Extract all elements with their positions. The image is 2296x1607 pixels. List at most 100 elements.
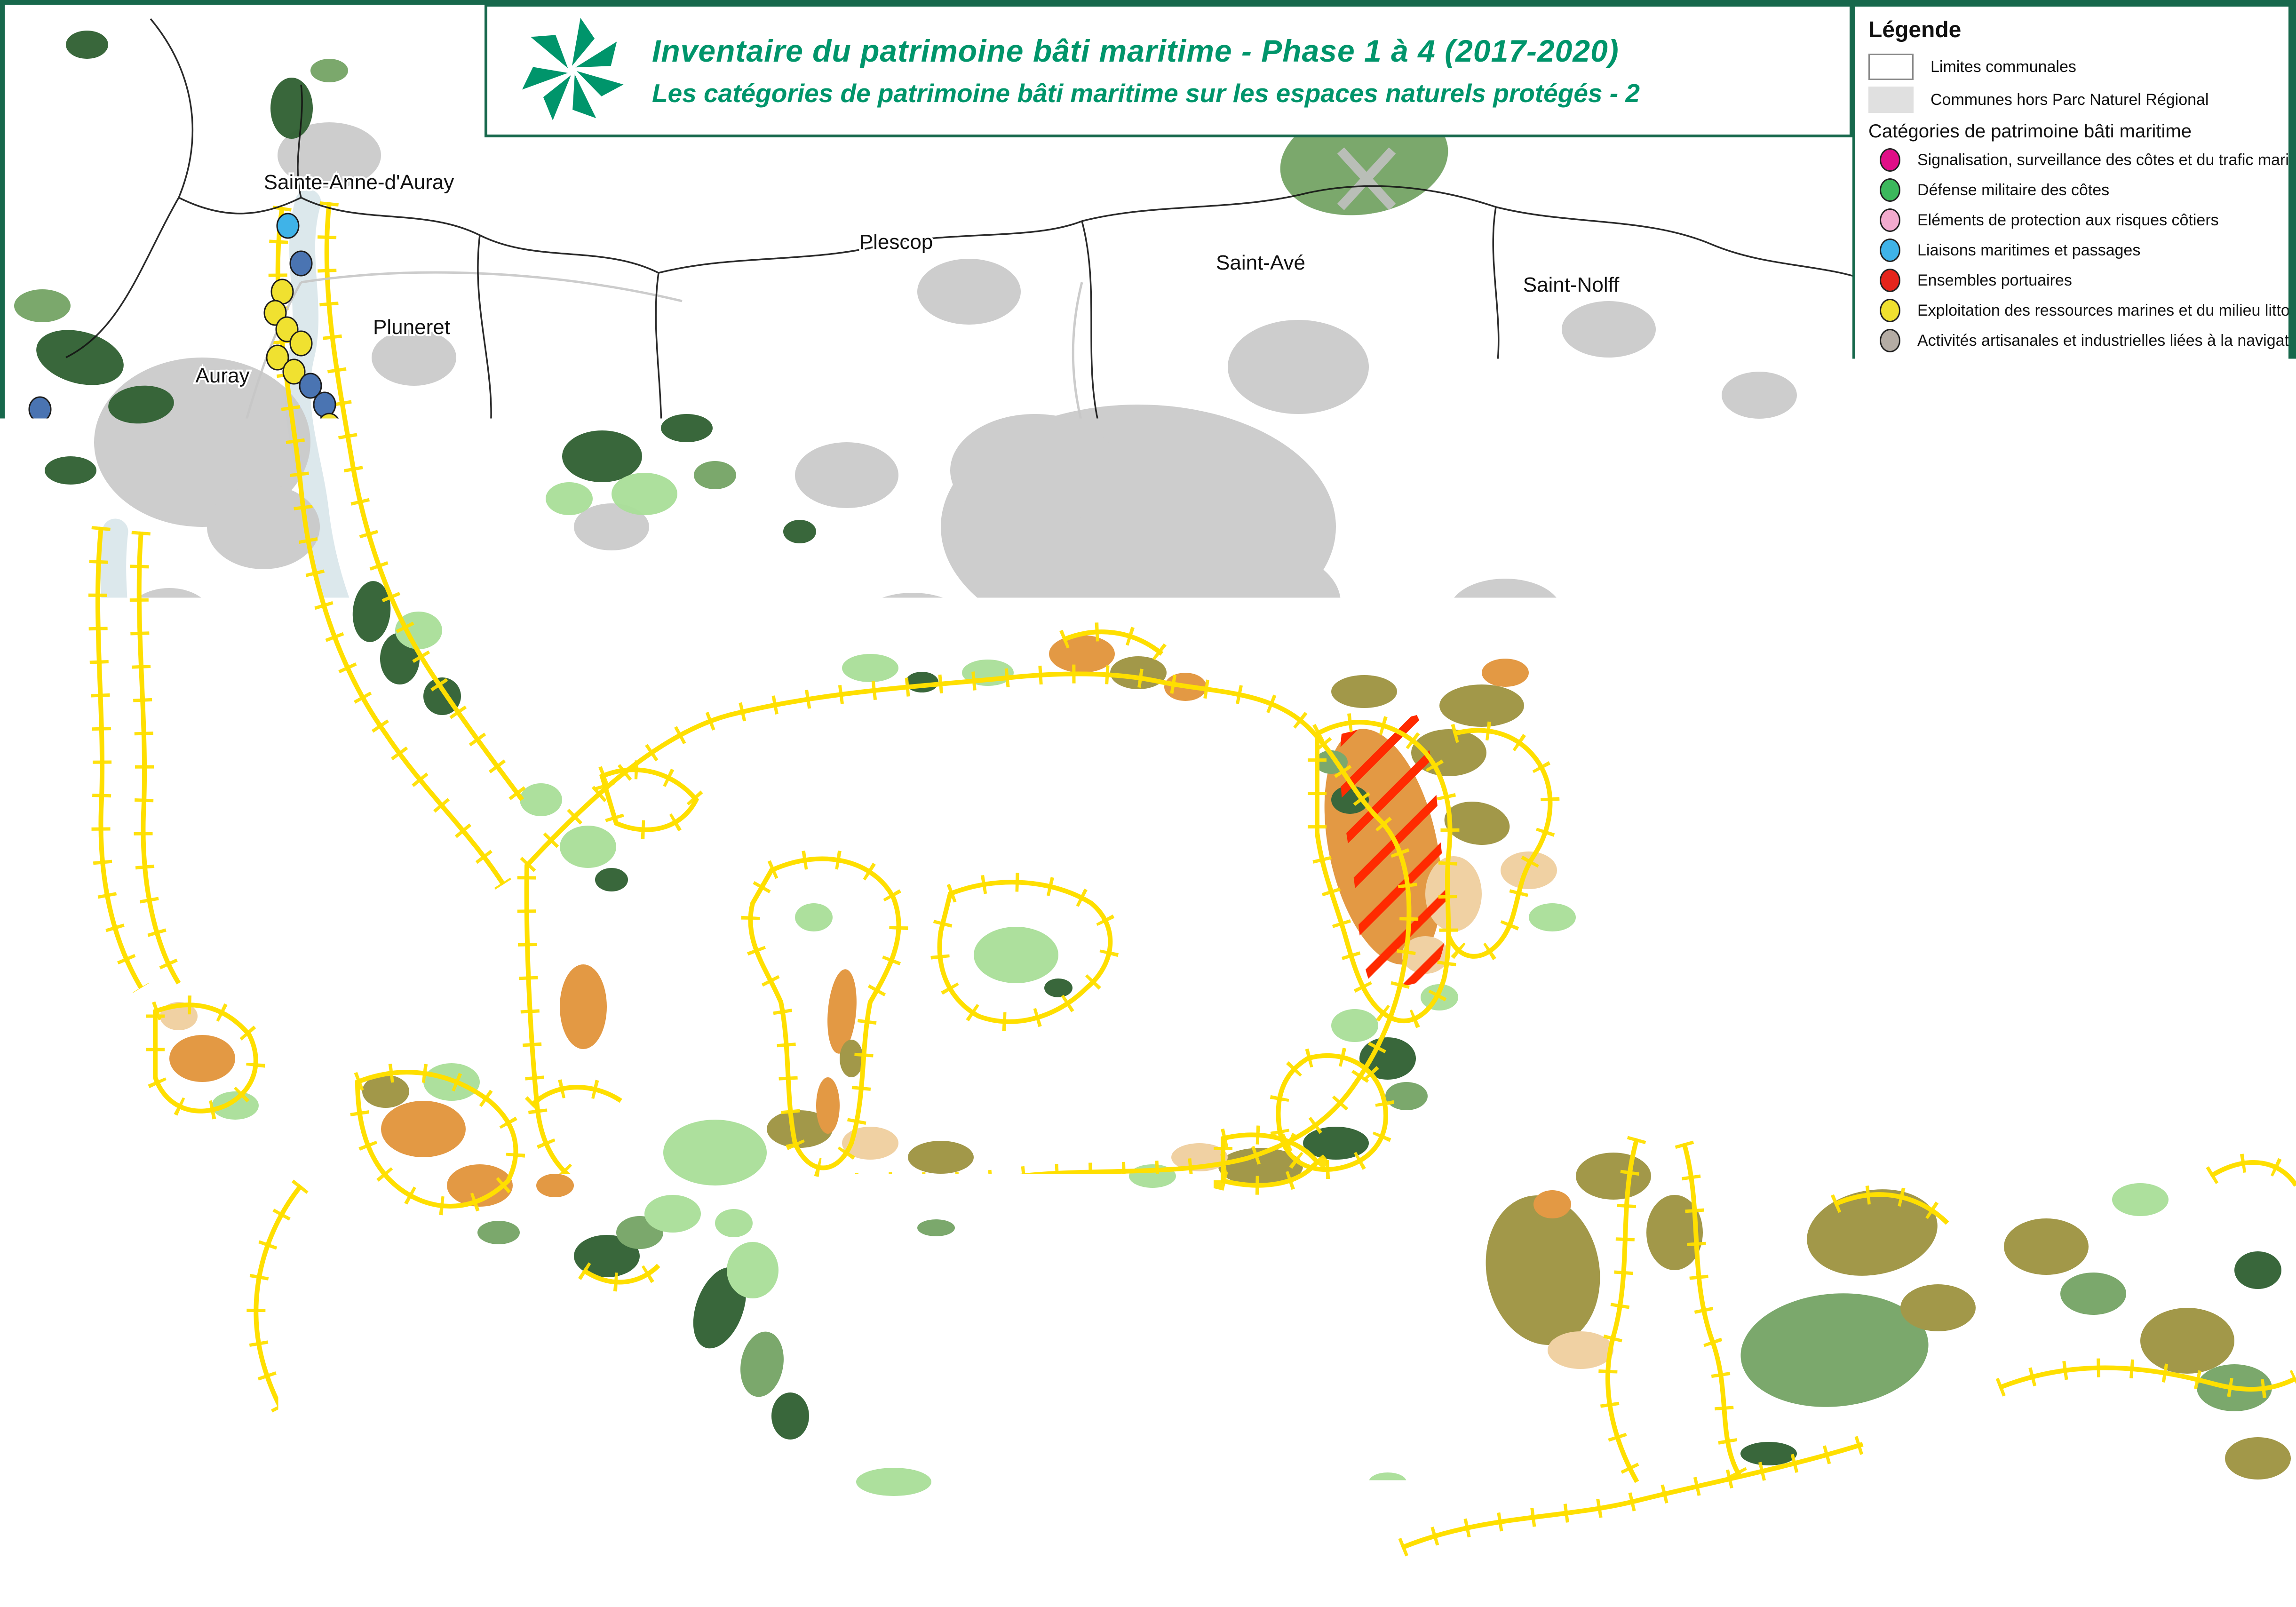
heritage-dot-B	[1692, 1437, 1714, 1461]
area-MG	[310, 59, 348, 82]
heritage-dot-P	[1598, 1305, 1620, 1329]
heritage-dot-Y	[290, 1394, 312, 1419]
legend-item-label: Zone de préemption	[1931, 725, 2074, 744]
swatch-perimetre	[1868, 594, 1914, 620]
heritage-dot-B	[79, 816, 100, 840]
map-place-label: Le Hézo	[1383, 991, 1461, 1014]
heritage-dot-B	[290, 251, 312, 276]
logos-panel: ✳Parcnaturelrégionaldu Golfedu MorbihanP…	[5, 1452, 447, 1603]
heritage-dot-C	[126, 792, 147, 817]
heritage-dot-B	[55, 985, 77, 1010]
legend-item-label: Vie des populations littorales	[1917, 392, 2121, 410]
legend-item-label: Site acquis	[1931, 660, 2009, 678]
heritage-dot-R	[1128, 1540, 1149, 1565]
scale-bar-row	[1870, 830, 2150, 838]
heritage-dot-B	[963, 708, 985, 732]
islet	[504, 1356, 531, 1368]
area-LG	[2112, 1183, 2169, 1216]
heritage-dot-Y	[652, 924, 674, 948]
urban-area	[1562, 301, 1656, 358]
heritage-dot-T	[554, 1201, 575, 1226]
scale-tick-labels: 012345 KM	[1868, 799, 2169, 820]
heritage-dot-B	[251, 567, 272, 592]
scale-tick: 1	[1919, 799, 1929, 819]
heritage-dot-M	[1095, 1587, 1116, 1607]
map-place-label: Pluneret	[373, 316, 450, 339]
heritage-dot-P	[831, 1023, 853, 1047]
map-place-label: Arradon	[858, 621, 932, 644]
heritage-dot-Y	[1603, 1399, 1624, 1424]
swatch-natura	[1868, 449, 1914, 484]
heritage-dot-C	[1113, 660, 1135, 685]
legend-row: Signalisation, surveillance des côtes et…	[1868, 145, 2275, 175]
legend-row: Parcelle Acquise	[1868, 557, 2275, 590]
heritage-dot-Y	[17, 599, 39, 624]
map-place-label: La Trinité-Su	[1748, 872, 1865, 895]
pericles-logo-icon: P E R I C L E SMARITIME CULTURAL HERITAG…	[287, 1469, 381, 1586]
swatch-hors	[1868, 87, 1914, 113]
map-place-label: Arzon	[578, 1138, 632, 1161]
swatch-limites	[1868, 54, 1914, 80]
svg-text:★: ★	[418, 1494, 432, 1512]
area-MG	[14, 289, 71, 322]
sources-text: Sources :PRNGM, Conservatoire du Littora…	[1868, 860, 2275, 967]
heritage-dot-B	[794, 712, 815, 737]
heritage-dot-B	[1278, 1150, 1300, 1174]
heritage-dot-P	[1071, 1138, 1093, 1162]
heritage-dot-B	[1111, 693, 1133, 718]
conservatoire-header: Conservatoire du Littoral	[1868, 533, 2275, 555]
legend-row: Réserve Naturelle Nationale de Séné	[1868, 487, 2275, 529]
heritage-dot-B	[845, 1479, 867, 1504]
map-place-label: Sarzeau	[1117, 1323, 1194, 1346]
heritage-dot-C	[1979, 1376, 2001, 1400]
logo-eu-flag: ★★★★★★★★★★★★	[381, 1486, 499, 1569]
heritage-dot-P	[203, 665, 225, 690]
heritage-dot-Y	[657, 1150, 679, 1174]
map-place-label: Auray	[196, 364, 250, 387]
map-place-label: Saint-Armel	[1265, 1091, 1374, 1114]
heritage-dot-Y	[1838, 1201, 1859, 1226]
scale-bar-cell	[1982, 822, 2038, 830]
urban-area	[1449, 579, 1562, 644]
map-place-label: Ambon	[1867, 1183, 1932, 1206]
map-place-label: Saint-Gildas-de-Rhuys	[663, 1366, 872, 1389]
heritage-dot-G	[187, 1084, 208, 1108]
sources-line: Fonds de plan : BD TOPO © IGN - Contribu…	[1868, 966, 2275, 967]
heritage-dot-Y	[1090, 686, 1112, 711]
sources-line: Sources :	[1868, 860, 2275, 881]
heritage-dot-C	[996, 1535, 1017, 1560]
map-place-label: Sainte-Anne-d'Auray	[264, 171, 454, 194]
legend-row: Liaisons maritimes et passages	[1868, 235, 2275, 265]
map-place-label: Île-d'Arz	[946, 891, 1022, 914]
pond	[2180, 1077, 2232, 1106]
heritage-dot-Y	[772, 722, 794, 746]
heritage-dot-M	[629, 917, 651, 941]
legend-panel: Légende Limites communalesCommunes hors …	[1852, 4, 2291, 967]
legend-item-label: Ensembles portuaires	[1917, 271, 2072, 290]
scale-bar-cell	[1926, 822, 1982, 830]
region-bretagne-icon: RégionBRETAGNE	[200, 1477, 287, 1578]
heritage-dot-Y	[46, 524, 67, 549]
heritage-dot-B	[55, 566, 77, 591]
map-water-label: Rivièred'Auray	[326, 756, 400, 805]
legend-title: Légende	[1868, 17, 2275, 43]
legend-dot-O	[1880, 419, 1900, 443]
map-place-label: Damgan	[1503, 1392, 1581, 1415]
heritage-dot-C	[277, 214, 299, 238]
heritage-dot-P	[1222, 1143, 1243, 1167]
heritage-dot-Y	[39, 938, 60, 963]
heritage-dot-P	[1382, 957, 1403, 981]
legend-row: Eléments de patrimoine maritime à fontio…	[1868, 416, 2275, 446]
heritage-dot-B	[836, 1093, 858, 1118]
legend-dot-B	[1880, 389, 1900, 413]
heritage-dot-Y	[643, 1279, 665, 1304]
heritage-dot-Y	[2224, 1423, 2245, 1447]
heritage-dot-B	[1217, 698, 1239, 723]
area-LG	[727, 1242, 779, 1298]
legend-item-label: Défense militaire des côtes	[1917, 181, 2109, 199]
heritage-dot-B	[509, 759, 531, 784]
legend-item-label: Zone Natura 2000	[1931, 458, 2059, 476]
area-DG	[270, 78, 313, 139]
swatch-labellise	[1868, 688, 1914, 715]
heritage-dot-C	[34, 486, 56, 511]
